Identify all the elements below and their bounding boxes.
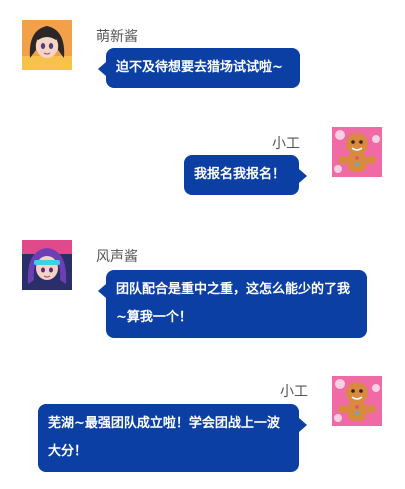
chat-bubble[interactable]: 我报名我报名！ — [184, 155, 307, 195]
chat-bubble[interactable]: 芜湖~最强团队成立啦！学会团战上一波大分！ — [38, 404, 307, 472]
gingerbread-avatar-icon — [332, 127, 382, 177]
sender-name: 小工 — [272, 136, 300, 152]
avatar-sender-4[interactable] — [332, 376, 382, 426]
chat-bubble[interactable]: 团队配合是重中之重，这怎么能少的了我~算我一个！ — [98, 270, 367, 338]
sender-name: 小工 — [280, 384, 308, 400]
avatar-sender-2[interactable] — [332, 127, 382, 177]
chat-bubble[interactable]: 迫不及待想要去猎场试试啦~ — [98, 48, 300, 88]
avatar-sender-3[interactable] — [22, 240, 72, 290]
sender-name: 风声酱 — [96, 249, 138, 265]
gingerbread-avatar-icon — [332, 376, 382, 426]
sender-name: 萌新酱 — [96, 29, 138, 45]
purple-hair-girl-avatar-icon — [22, 240, 72, 290]
anime-girl-avatar-icon — [22, 20, 72, 70]
avatar-sender-1[interactable] — [22, 20, 72, 70]
